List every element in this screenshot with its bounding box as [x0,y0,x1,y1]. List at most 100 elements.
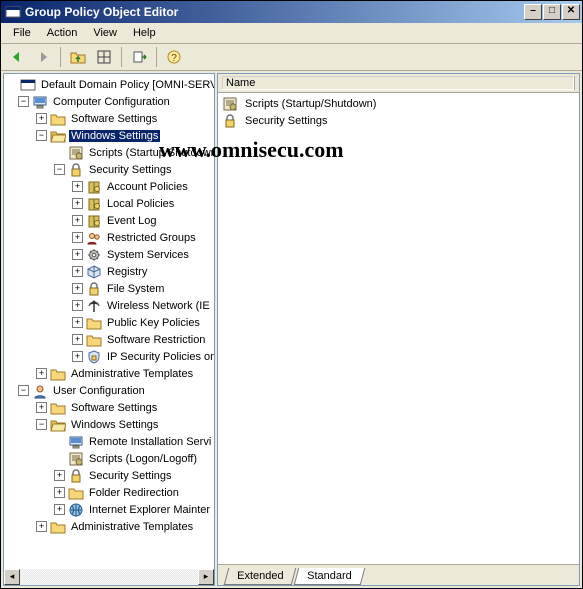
tree-cc-wireless[interactable]: + Wireless Network (IE [4,297,214,314]
menu-bar: File Action View Help [1,23,582,44]
forward-button[interactable] [31,45,55,69]
closed-folder-icon [86,315,102,331]
expander-plus-icon[interactable]: + [54,504,65,515]
expander-plus-icon[interactable]: + [72,198,83,209]
tree-uc-scripts[interactable]: Scripts (Logon/Logoff) [4,450,214,467]
tree-cc-security[interactable]: − Security Settings [4,161,214,178]
expander-plus-icon[interactable]: + [54,470,65,481]
expander-plus-icon[interactable]: + [36,402,47,413]
minimize-button[interactable]: – [524,4,542,20]
expander-minus-icon[interactable]: − [54,164,65,175]
up-button[interactable] [66,45,90,69]
menu-file[interactable]: File [5,25,39,41]
tree-computer-config[interactable]: − Computer Configuration [4,93,214,110]
tree-cc-scripts[interactable]: Scripts (Startup/Shutdown [4,144,214,161]
expander-plus-icon[interactable]: + [36,368,47,379]
cube-icon [86,264,102,280]
policy-tree[interactable]: Default Domain Policy [OMNI-SERV-0 − Com… [4,74,214,569]
lock-icon [86,281,102,297]
details-tabs: Extended Standard [218,564,579,585]
expander-plus-icon[interactable]: + [72,249,83,260]
antenna-icon [86,298,102,314]
open-folder-icon [50,128,66,144]
list-item-security[interactable]: Security Settings [222,112,575,129]
list-header: Name [218,74,579,93]
tree-cc-software[interactable]: + Software Settings [4,110,214,127]
tree-cc-admin[interactable]: + Administrative Templates [4,365,214,382]
computer-icon [32,94,48,110]
tree-cc-eventlog[interactable]: + Event Log [4,212,214,229]
list-body[interactable]: Scripts (Startup/Shutdown) Security Sett… [218,93,579,564]
app-icon [5,4,21,20]
scroll-left-button[interactable]: ◂ [4,569,20,585]
maximize-button[interactable]: □ [543,4,561,20]
tree-uc-admin[interactable]: + Administrative Templates [4,518,214,535]
list-item-label: Security Settings [245,115,328,127]
gear-icon [86,247,102,263]
expander-plus-icon[interactable]: + [72,232,83,243]
tree-cc-account[interactable]: + Account Policies [4,178,214,195]
title-bar: Group Policy Object Editor – □ ✕ [1,1,582,23]
tree-uc-folder[interactable]: + Folder Redirection [4,484,214,501]
closed-folder-icon [50,366,66,382]
script-icon [222,96,238,112]
scroll-right-button[interactable]: ▸ [198,569,214,585]
script-icon [68,451,84,467]
expander-minus-icon[interactable]: − [18,96,29,107]
expander-plus-icon[interactable]: + [54,487,65,498]
shield-icon [86,349,102,365]
policy-book-icon [86,213,102,229]
details-pane: Name Scripts (Startup/Shutdown) Security… [217,73,580,586]
tab-standard[interactable]: Standard [294,568,365,585]
close-button[interactable]: ✕ [562,4,580,20]
tree-uc-windows[interactable]: − Windows Settings [4,416,214,433]
tree-horizontal-scrollbar[interactable]: ◂ ▸ [4,569,214,585]
policy-book-icon [86,179,102,195]
expander-plus-icon[interactable]: + [72,215,83,226]
column-name[interactable]: Name [222,76,575,90]
export-list-button[interactable] [127,45,151,69]
tree-uc-software[interactable]: + Software Settings [4,399,214,416]
tree-cc-restricted[interactable]: + Restricted Groups [4,229,214,246]
expander-plus-icon[interactable]: + [72,300,83,311]
show-hide-tree-button[interactable] [92,45,116,69]
expander-plus-icon[interactable]: + [72,317,83,328]
list-item-scripts[interactable]: Scripts (Startup/Shutdown) [222,95,575,112]
menu-help[interactable]: Help [125,25,164,41]
expander-plus-icon[interactable]: + [72,334,83,345]
expander-plus-icon[interactable]: + [72,181,83,192]
script-icon [68,145,84,161]
tree-uc-security[interactable]: + Security Settings [4,467,214,484]
expander-plus-icon[interactable]: + [72,283,83,294]
tree-cc-windows[interactable]: − Windows Settings [4,127,214,144]
users-icon [86,230,102,246]
toolbar-separator [60,47,61,67]
expander-minus-icon[interactable]: − [18,385,29,396]
tree-root[interactable]: Default Domain Policy [OMNI-SERV-0 [4,76,214,93]
tree-cc-registry[interactable]: + Registry [4,263,214,280]
tree-cc-ipsec[interactable]: + IP Security Policies on [4,348,214,365]
lock-icon [68,468,84,484]
globe-icon [68,502,84,518]
tree-cc-swrestrict[interactable]: + Software Restriction [4,331,214,348]
tree-uc-ie[interactable]: + Internet Explorer Mainter [4,501,214,518]
tree-cc-local[interactable]: + Local Policies [4,195,214,212]
tab-extended[interactable]: Extended [224,568,297,585]
expander-minus-icon[interactable]: − [36,419,47,430]
expander-plus-icon[interactable]: + [36,521,47,532]
back-button[interactable] [5,45,29,69]
tree-cc-services[interactable]: + System Services [4,246,214,263]
tree-user-config[interactable]: − User Configuration [4,382,214,399]
tree-uc-ris[interactable]: Remote Installation Servi [4,433,214,450]
expander-plus-icon[interactable]: + [36,113,47,124]
tree-cc-pki[interactable]: + Public Key Policies [4,314,214,331]
menu-action[interactable]: Action [39,25,86,41]
lock-icon [68,162,84,178]
menu-view[interactable]: View [85,25,125,41]
expander-minus-icon[interactable]: − [36,130,47,141]
tree-root-label: Default Domain Policy [OMNI-SERV-0 [39,79,214,91]
help-button[interactable] [162,45,186,69]
expander-plus-icon[interactable]: + [72,266,83,277]
tree-cc-filesystem[interactable]: + File System [4,280,214,297]
expander-plus-icon[interactable]: + [72,351,83,362]
